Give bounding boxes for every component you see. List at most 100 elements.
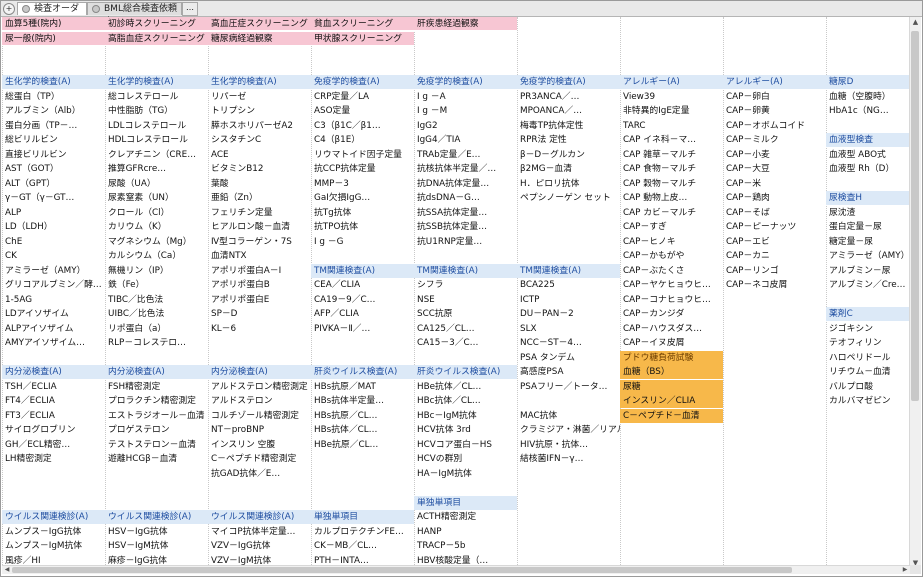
test-item[interactable]: CAP－米 — [723, 177, 826, 191]
test-item[interactable]: NT－proBNP — [208, 423, 311, 437]
test-item[interactable]: HBe抗体／CL… — [414, 380, 517, 394]
test-item[interactable]: IgG2 — [414, 119, 517, 133]
test-item[interactable]: View39 — [620, 90, 723, 104]
test-item[interactable]: プロゲステロン — [105, 423, 208, 437]
scroll-left-icon[interactable]: ◀ — [2, 566, 12, 574]
test-item[interactable]: LD（LDH） — [2, 220, 105, 234]
test-item[interactable]: FSH精密測定 — [105, 380, 208, 394]
test-item[interactable]: ACTH精密測定 — [414, 510, 517, 524]
test-item[interactable]: HANP — [414, 525, 517, 539]
test-item[interactable]: TSH／ECLIA — [2, 380, 105, 394]
test-item[interactable]: I g －M — [414, 104, 517, 118]
test-item[interactable]: 血液型 Rh（D） — [826, 162, 910, 176]
test-item[interactable]: AMYアイソザイム… — [2, 336, 105, 350]
test-item[interactable]: マグネシウム（Mg） — [105, 235, 208, 249]
test-item[interactable]: I g －G — [311, 235, 414, 249]
test-item[interactable]: SLX — [517, 322, 620, 336]
test-item[interactable]: ムンプス－IgG抗体 — [2, 525, 105, 539]
test-item[interactable]: エストラジオール－血清 — [105, 409, 208, 423]
test-item[interactable]: ChE — [2, 235, 105, 249]
test-item-selected[interactable]: 血糖（BS） — [620, 365, 723, 379]
test-item[interactable]: 膵ホスホリパーゼA2 — [208, 119, 311, 133]
test-item[interactable]: サイログロブリン — [2, 423, 105, 437]
test-item[interactable]: HSV－IgM抗体 — [105, 539, 208, 553]
test-item[interactable]: HIV抗原・抗体… — [517, 438, 620, 452]
test-item[interactable]: CAP－鶏肉 — [723, 191, 826, 205]
test-item[interactable]: 抗dsDNA－G… — [414, 191, 517, 205]
test-item[interactable]: グリコアルブミン／酵… — [2, 278, 105, 292]
test-item[interactable]: 無機リン（IP） — [105, 264, 208, 278]
test-item[interactable]: TRAb定量／E… — [414, 148, 517, 162]
test-item[interactable]: HBs抗原／MAT — [311, 380, 414, 394]
test-item[interactable]: CAP 穀物－マルチ — [620, 177, 723, 191]
test-item[interactable]: AST（GOT） — [2, 162, 105, 176]
test-item[interactable]: I g －A — [414, 90, 517, 104]
test-item[interactable]: CAP 食物－マルチ — [620, 162, 723, 176]
test-item[interactable]: C4（β1E） — [311, 133, 414, 147]
test-item[interactable]: CAP－大豆 — [723, 162, 826, 176]
test-item[interactable]: SP－D — [208, 307, 311, 321]
test-item[interactable]: ヒアルロン酸－血清 — [208, 220, 311, 234]
test-item[interactable]: PSAフリー／トータ… — [517, 380, 620, 394]
test-item[interactable]: MAC抗体 — [517, 409, 620, 423]
test-item[interactable]: 血清NTX — [208, 249, 311, 263]
test-item[interactable]: ACE — [208, 148, 311, 162]
test-item[interactable]: リチウム－血清 — [826, 365, 910, 379]
horizontal-scroll-thumb[interactable] — [12, 567, 792, 573]
test-item[interactable]: 抗TPO抗体 — [311, 220, 414, 234]
vertical-scroll-thumb[interactable] — [911, 31, 919, 401]
test-item[interactable]: 抗核抗体半定量／… — [414, 162, 517, 176]
vertical-scrollbar[interactable]: ▲ ▼ — [909, 17, 921, 569]
set-order-button[interactable]: 初診時スクリーニング — [105, 17, 208, 31]
test-item[interactable]: 抗DNA抗体定量… — [414, 177, 517, 191]
test-item[interactable]: テストステロン－血清 — [105, 438, 208, 452]
test-item[interactable]: ペプシノーゲン セット — [517, 191, 620, 205]
test-item[interactable]: SCC抗原 — [414, 307, 517, 321]
test-item[interactable]: 総蛋白（TP） — [2, 90, 105, 104]
test-item[interactable]: CAP－コナヒョウヒ… — [620, 293, 723, 307]
test-item[interactable]: CAP－カニ — [723, 249, 826, 263]
test-item[interactable]: PR3ANCA／… — [517, 90, 620, 104]
test-item[interactable]: CAP－卵白 — [723, 90, 826, 104]
test-item[interactable]: HSV－IgG抗体 — [105, 525, 208, 539]
test-item[interactable]: アミラーゼ（AMY） — [826, 249, 910, 263]
test-item-selected[interactable]: インスリン／CLIA — [620, 394, 723, 408]
scroll-right-icon[interactable]: ▶ — [900, 566, 910, 574]
test-item[interactable]: β2MG－血清 — [517, 162, 620, 176]
test-item[interactable]: リポ蛋白（a） — [105, 322, 208, 336]
test-item[interactable]: CAP－ピーナッツ — [723, 220, 826, 234]
test-item[interactable]: TRACP－5b — [414, 539, 517, 553]
test-item[interactable]: HBe抗原／CL… — [311, 438, 414, 452]
test-item[interactable]: リパーゼ — [208, 90, 311, 104]
test-item[interactable]: CAP カビ－マルチ — [620, 206, 723, 220]
test-item[interactable]: 高感度PSA — [517, 365, 620, 379]
test-item[interactable]: HBc抗体／CL… — [414, 394, 517, 408]
test-item[interactable]: シフラ — [414, 278, 517, 292]
test-item[interactable]: カルバマゼピン — [826, 394, 910, 408]
test-item[interactable]: UIBC／比色法 — [105, 307, 208, 321]
test-item[interactable]: アルドステロン精密測定 — [208, 380, 311, 394]
test-item[interactable]: CAP－イヌ皮屑 — [620, 336, 723, 350]
test-item[interactable]: テオフィリン — [826, 336, 910, 350]
test-item[interactable]: CAP－ぶたくさ — [620, 264, 723, 278]
test-item[interactable]: CAP 雑草－マルチ — [620, 148, 723, 162]
test-item[interactable]: 抗SSA抗体定量… — [414, 206, 517, 220]
test-item[interactable]: カルプロテクチンFE… — [311, 525, 414, 539]
set-order-button[interactable]: 高脂血症スクリーニング — [105, 32, 208, 46]
test-item[interactable]: RPR法 定性 — [517, 133, 620, 147]
test-item-selected[interactable]: C－ペプチド－血清 — [620, 409, 723, 423]
test-item[interactable]: 蛋白分画（TP－… — [2, 119, 105, 133]
test-item[interactable]: HCV抗体 3rd — [414, 423, 517, 437]
set-order-button[interactable]: 血算5種(院内) — [2, 17, 105, 31]
test-item[interactable]: リウマトイド因子定量 — [311, 148, 414, 162]
test-item[interactable]: HBs抗体／CL… — [311, 423, 414, 437]
test-item[interactable]: H．ピロリ抗体 — [517, 177, 620, 191]
test-item[interactable]: RLP－コレステロ… — [105, 336, 208, 350]
test-item[interactable]: 蛋白定量－尿 — [826, 220, 910, 234]
test-item[interactable]: アポリポ蛋白E — [208, 293, 311, 307]
set-order-button[interactable]: 尿一般(院内) — [2, 32, 105, 46]
test-item[interactable]: HDLコレステロール — [105, 133, 208, 147]
test-item[interactable]: ICTP — [517, 293, 620, 307]
test-item[interactable]: GaⅠ欠損IgG… — [311, 191, 414, 205]
test-item[interactable]: HBs抗体半定量… — [311, 394, 414, 408]
